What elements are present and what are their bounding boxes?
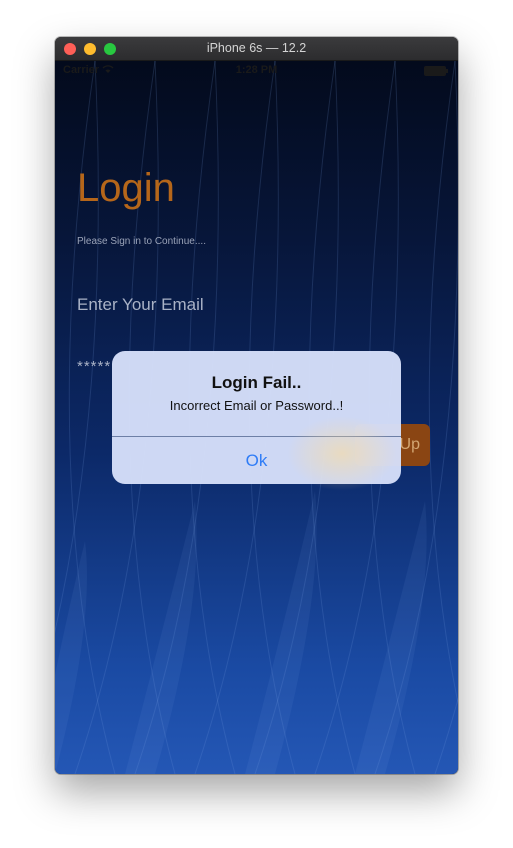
app-screen: Carrier 1:28 PM Login Please Sign in to …	[55, 61, 458, 774]
login-fail-alert: Login Fail.. Incorrect Email or Password…	[112, 351, 401, 484]
alert-title: Login Fail..	[211, 373, 302, 392]
window-title: iPhone 6s — 12.2	[206, 41, 307, 55]
simulator-window: iPhone 6s — 12.2 Carrier 1:28 PM Login P…	[55, 37, 458, 774]
alert-message: Incorrect Email or Password..!	[169, 398, 344, 413]
alert-ok-button[interactable]: Ok	[112, 437, 401, 484]
window-titlebar: iPhone 6s — 12.2	[55, 37, 458, 61]
